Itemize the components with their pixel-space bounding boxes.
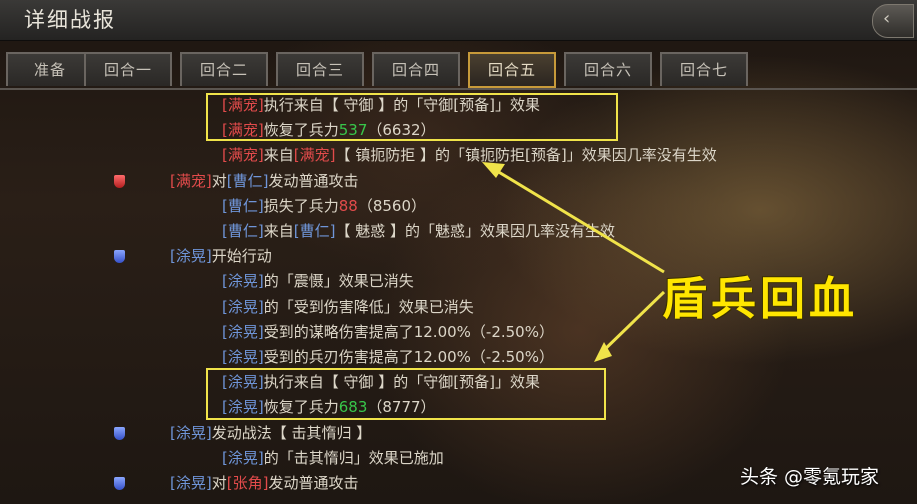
arrow-to-lower-box	[598, 290, 666, 356]
arrow-to-upper-box	[491, 166, 665, 274]
annotation-arrows	[482, 162, 666, 362]
watermark: 头条 @零氪玩家	[740, 466, 880, 488]
shield-heal-annotation: 盾兵回血	[662, 272, 859, 325]
arrowhead-upper-icon	[482, 162, 505, 178]
